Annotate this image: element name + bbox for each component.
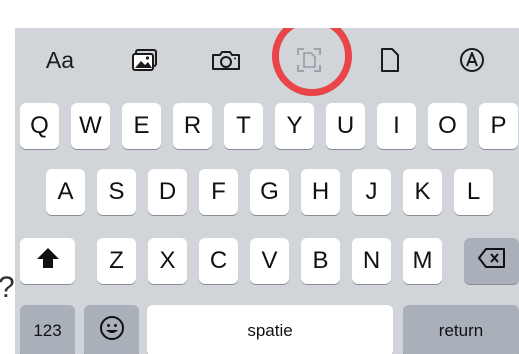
key-c[interactable]: C	[199, 238, 238, 284]
camera-button[interactable]	[204, 42, 248, 78]
shift-key[interactable]	[20, 238, 75, 284]
stray-character: ?	[0, 268, 16, 308]
keyboard-toolbar: Aa	[15, 28, 519, 96]
highlight-circle	[272, 28, 352, 96]
format-text-label: Aa	[45, 46, 75, 73]
key-u[interactable]: U	[326, 103, 365, 149]
photo-library-icon	[131, 48, 159, 72]
key-y[interactable]: Y	[275, 103, 314, 149]
key-a[interactable]: A	[46, 169, 85, 215]
key-j[interactable]: J	[352, 169, 391, 215]
key-k[interactable]: K	[403, 169, 442, 215]
key-p[interactable]: P	[479, 103, 518, 149]
key-t[interactable]: T	[224, 103, 263, 149]
key-e[interactable]: E	[122, 103, 161, 149]
document-icon	[379, 47, 401, 73]
key-z[interactable]: Z	[97, 238, 136, 284]
key-h[interactable]: H	[301, 169, 340, 215]
key-l[interactable]: L	[454, 169, 493, 215]
key-g[interactable]: G	[250, 169, 289, 215]
photo-library-button[interactable]	[123, 42, 167, 78]
key-q[interactable]: Q	[20, 103, 59, 149]
key-r[interactable]: R	[173, 103, 212, 149]
key-s[interactable]: S	[97, 169, 136, 215]
key-i[interactable]: I	[377, 103, 416, 149]
key-b[interactable]: B	[301, 238, 340, 284]
emoji-icon	[99, 315, 125, 348]
space-key[interactable]: spatie	[147, 305, 393, 354]
markup-button[interactable]	[450, 42, 494, 78]
key-v[interactable]: V	[250, 238, 289, 284]
shift-icon	[35, 246, 61, 277]
key-x[interactable]: X	[148, 238, 187, 284]
delete-icon	[477, 247, 507, 276]
markup-pen-icon	[459, 47, 485, 73]
emoji-key[interactable]	[84, 305, 139, 354]
delete-key[interactable]	[464, 238, 519, 284]
format-text-button[interactable]: Aa	[38, 42, 82, 78]
key-w[interactable]: W	[71, 103, 110, 149]
return-key[interactable]: return	[403, 305, 519, 354]
document-button[interactable]	[368, 42, 412, 78]
keyboard: Aa Q W E R T Y U I O P A S D F G H J K L…	[15, 28, 519, 354]
numbers-key[interactable]: 123	[20, 305, 75, 354]
key-m[interactable]: M	[403, 238, 442, 284]
key-o[interactable]: O	[428, 103, 467, 149]
key-n[interactable]: N	[352, 238, 391, 284]
camera-icon	[210, 48, 242, 72]
key-d[interactable]: D	[148, 169, 187, 215]
key-f[interactable]: F	[199, 169, 238, 215]
